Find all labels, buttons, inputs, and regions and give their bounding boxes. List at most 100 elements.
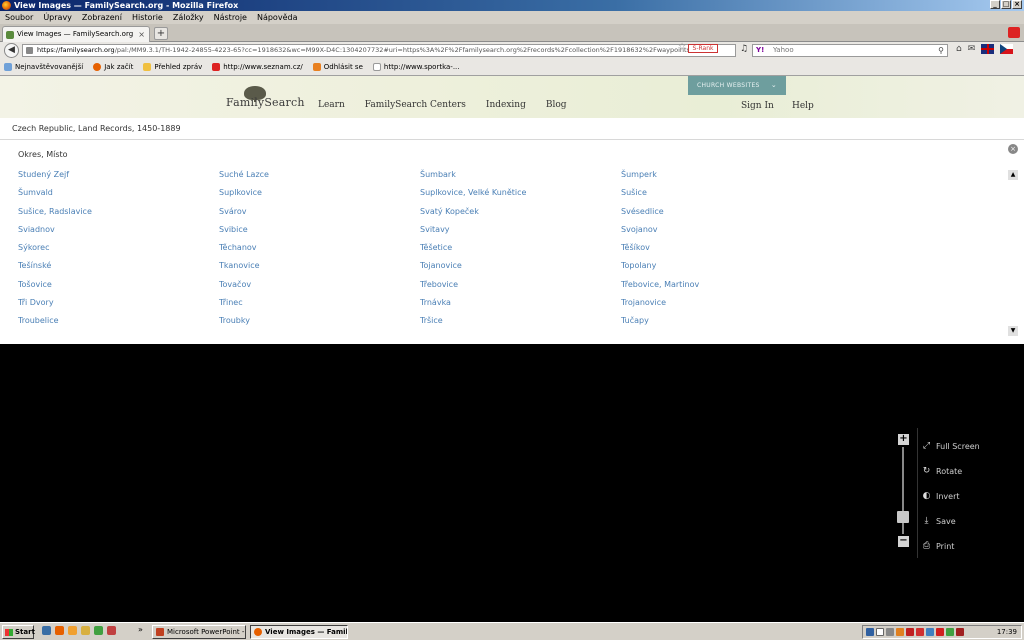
place-link[interactable]: Svojanov: [621, 224, 699, 242]
security-icon[interactable]: [936, 628, 944, 636]
print-button[interactable]: ⎙ Print: [922, 534, 980, 559]
bookmark-item[interactable]: Nejnavštěvovanější: [4, 59, 83, 75]
language-icon[interactable]: [866, 628, 874, 636]
help-tray-icon[interactable]: [876, 628, 884, 636]
menu-historie[interactable]: Historie: [132, 11, 163, 24]
place-link[interactable]: Šumvald: [18, 187, 92, 205]
invert-button[interactable]: ◐ Invert: [922, 484, 980, 509]
place-link[interactable]: Tošovice: [18, 279, 92, 297]
place-link[interactable]: Topolany: [621, 260, 699, 278]
alert-icon[interactable]: [956, 628, 964, 636]
bookmark-item[interactable]: http://www.sportka-...: [372, 59, 460, 75]
place-link[interactable]: Sušice: [621, 187, 699, 205]
place-link[interactable]: Sýkorec: [18, 242, 92, 260]
taskbar-item-firefox[interactable]: View Images — Famil...: [250, 625, 348, 639]
java-icon[interactable]: [896, 628, 904, 636]
breadcrumb[interactable]: Czech Republic, Land Records, 1450-1889: [0, 118, 1024, 140]
search-icon[interactable]: ⚲: [938, 45, 944, 56]
place-link[interactable]: Třebovice, Martinov: [621, 279, 699, 297]
antivirus-icon[interactable]: [906, 628, 914, 636]
familysearch-logo[interactable]: FamilySearch: [226, 96, 305, 109]
rotate-button[interactable]: ↻ Rotate: [922, 459, 980, 484]
place-link[interactable]: Studený Zejf: [18, 169, 92, 187]
place-link[interactable]: Těšíkov: [621, 242, 699, 260]
place-link[interactable]: Tři Dvory: [18, 297, 92, 315]
new-tab-button[interactable]: +: [154, 27, 168, 40]
update-icon[interactable]: [946, 628, 954, 636]
place-link[interactable]: Tkanovice: [219, 260, 269, 278]
chrome-quicklaunch-icon[interactable]: [94, 626, 103, 635]
place-link[interactable]: Sviadnov: [18, 224, 92, 242]
maximize-button[interactable]: □: [1001, 0, 1011, 9]
close-panel-icon[interactable]: ×: [1008, 144, 1018, 154]
uk-flag-icon[interactable]: [981, 44, 995, 54]
zoom-slider-thumb[interactable]: [897, 510, 909, 523]
image-viewer[interactable]: + − ⤢ Full Screen ↻ Rotate ◐ Invert ⤓ Sa…: [0, 344, 1024, 622]
place-link[interactable]: Svibice: [219, 224, 269, 242]
srank-badge[interactable]: S-Rank: [688, 44, 718, 53]
place-link[interactable]: Trnávka: [420, 297, 526, 315]
bookmark-item[interactable]: Jak začít: [93, 59, 133, 75]
help-link[interactable]: Help: [792, 101, 814, 111]
nav-indexing[interactable]: Indexing: [486, 100, 526, 110]
nav-familysearch-centers[interactable]: FamilySearch Centers: [365, 100, 466, 110]
search-input[interactable]: Y! Yahoo ⚲: [752, 44, 948, 57]
sign-in-link[interactable]: Sign In: [741, 101, 774, 111]
pdf-icon[interactable]: [916, 628, 924, 636]
church-websites-button[interactable]: CHURCH WEBSITES ⌄: [688, 76, 786, 95]
zoom-in-button[interactable]: +: [898, 434, 909, 445]
place-link[interactable]: Sušice, Radslavice: [18, 206, 92, 224]
minimize-button[interactable]: _: [990, 0, 1000, 9]
menu-upravy[interactable]: Úpravy: [43, 11, 72, 24]
scroll-up-icon[interactable]: ▲: [1008, 170, 1018, 180]
place-link[interactable]: Troubelice: [18, 315, 92, 333]
nav-blog[interactable]: Blog: [546, 100, 567, 110]
tool-quicklaunch-icon[interactable]: [81, 626, 90, 635]
fullscreen-button[interactable]: ⤢ Full Screen: [922, 434, 980, 459]
place-link[interactable]: Třinec: [219, 297, 269, 315]
place-link[interactable]: Tojanovice: [420, 260, 526, 278]
save-button[interactable]: ⤓ Save: [922, 509, 980, 534]
place-link[interactable]: Svésedlice: [621, 206, 699, 224]
firefox-quicklaunch-icon[interactable]: [55, 626, 64, 635]
panel-scrollbar[interactable]: ▲ ▼: [1008, 170, 1018, 336]
menu-zobrazeni[interactable]: Zobrazení: [82, 11, 122, 24]
menu-zalozky[interactable]: Záložky: [173, 11, 204, 24]
place-link[interactable]: Tršice: [420, 315, 526, 333]
volume-icon[interactable]: [926, 628, 934, 636]
place-link[interactable]: Svatý Kopeček: [420, 206, 526, 224]
menu-napoveda[interactable]: Nápověda: [257, 11, 298, 24]
tab-close-icon[interactable]: ×: [138, 27, 145, 42]
cz-flag-icon[interactable]: [1000, 44, 1014, 54]
close-button[interactable]: ×: [1012, 0, 1022, 9]
music-icon[interactable]: ♫: [740, 44, 748, 54]
zoom-out-button[interactable]: −: [898, 536, 909, 547]
addon-icon[interactable]: [1008, 27, 1020, 38]
place-link[interactable]: Suché Lazce: [219, 169, 269, 187]
network-icon[interactable]: [886, 628, 894, 636]
app-quicklaunch-icon[interactable]: [68, 626, 77, 635]
menu-nastroje[interactable]: Nástroje: [214, 11, 247, 24]
bookmark-item[interactable]: http://www.seznam.cz/: [212, 59, 303, 75]
place-link[interactable]: Suplkovice: [219, 187, 269, 205]
scroll-down-icon[interactable]: ▼: [1008, 326, 1018, 336]
show-desktop-icon[interactable]: [42, 626, 51, 635]
place-link[interactable]: Svitavy: [420, 224, 526, 242]
quicklaunch-more-icon[interactable]: »: [138, 625, 143, 634]
place-link[interactable]: Tovačov: [219, 279, 269, 297]
place-link[interactable]: Třebovice: [420, 279, 526, 297]
taskbar-item-powerpoint[interactable]: Microsoft PowerPoint - [...: [152, 625, 246, 639]
browser-tab[interactable]: View Images — FamilySearch.org ×: [2, 26, 150, 42]
back-button[interactable]: ◀: [4, 43, 19, 58]
bookmark-star-icon[interactable]: ☆: [678, 42, 686, 52]
bookmark-item[interactable]: Odhlásit se: [312, 59, 363, 75]
place-link[interactable]: Tučapy: [621, 315, 699, 333]
opera-quicklaunch-icon[interactable]: [107, 626, 116, 635]
place-link[interactable]: Těšetice: [420, 242, 526, 260]
place-link[interactable]: Suplkovice, Velké Kunětice: [420, 187, 526, 205]
nav-learn[interactable]: Learn: [318, 100, 345, 110]
mail-icon[interactable]: ✉: [968, 44, 976, 54]
start-button[interactable]: Start: [2, 625, 35, 639]
address-bar[interactable]: https://familysearch.org/pal:/MM9.3.1/TH…: [22, 44, 736, 57]
home-icon[interactable]: ⌂: [956, 44, 962, 54]
